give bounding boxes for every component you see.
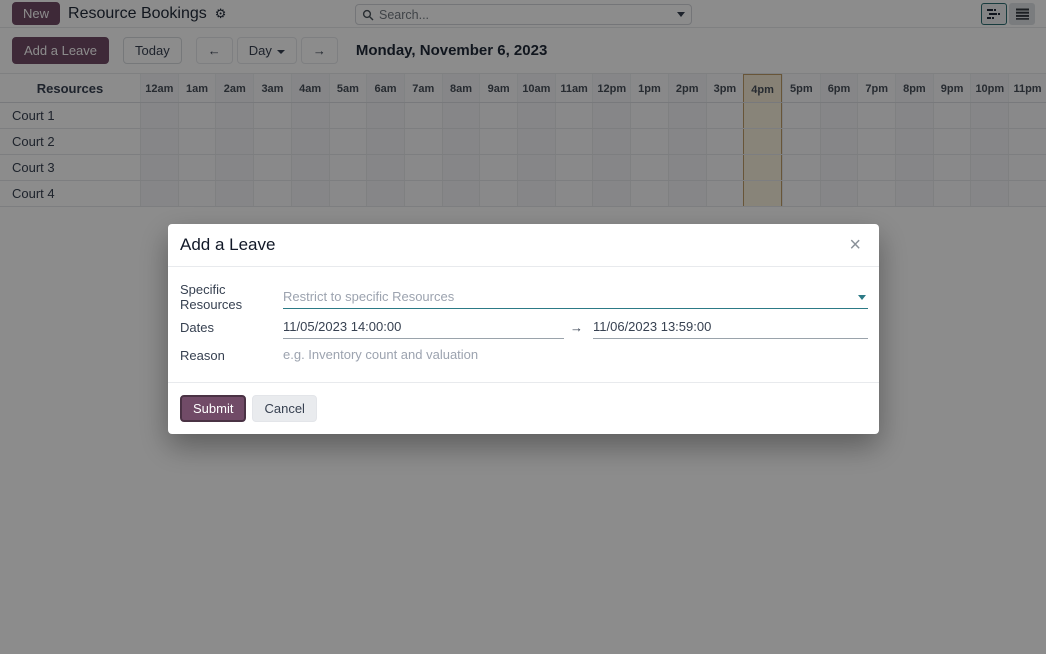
- reason-label: Reason: [180, 348, 283, 363]
- date-range-arrow-icon: →: [570, 320, 583, 335]
- specific-resources-input[interactable]: [283, 286, 868, 309]
- field-reason: Reason: [180, 342, 868, 368]
- dialog-title: Add a Leave: [180, 235, 275, 255]
- submit-button[interactable]: Submit: [180, 395, 246, 422]
- cancel-button[interactable]: Cancel: [252, 395, 316, 422]
- field-specific-resources: Specific Resources: [180, 282, 868, 312]
- dialog-header: Add a Leave ×: [168, 224, 879, 267]
- add-leave-dialog: Add a Leave × Specific Resources Dates →…: [168, 224, 879, 434]
- dates-widget: →: [283, 316, 868, 339]
- end-date-input[interactable]: [593, 316, 868, 339]
- dropdown-caret-icon[interactable]: [858, 295, 866, 300]
- close-icon[interactable]: ×: [847, 235, 863, 255]
- field-dates: Dates →: [180, 314, 868, 340]
- dialog-body: Specific Resources Dates → Reason: [168, 267, 879, 382]
- dates-label: Dates: [180, 320, 283, 335]
- dialog-footer: Submit Cancel: [168, 382, 879, 434]
- start-date-input[interactable]: [283, 316, 564, 339]
- reason-widget: [283, 344, 868, 367]
- specific-resources-widget: [283, 286, 868, 309]
- specific-resources-label: Specific Resources: [180, 282, 283, 312]
- reason-input[interactable]: [283, 344, 868, 367]
